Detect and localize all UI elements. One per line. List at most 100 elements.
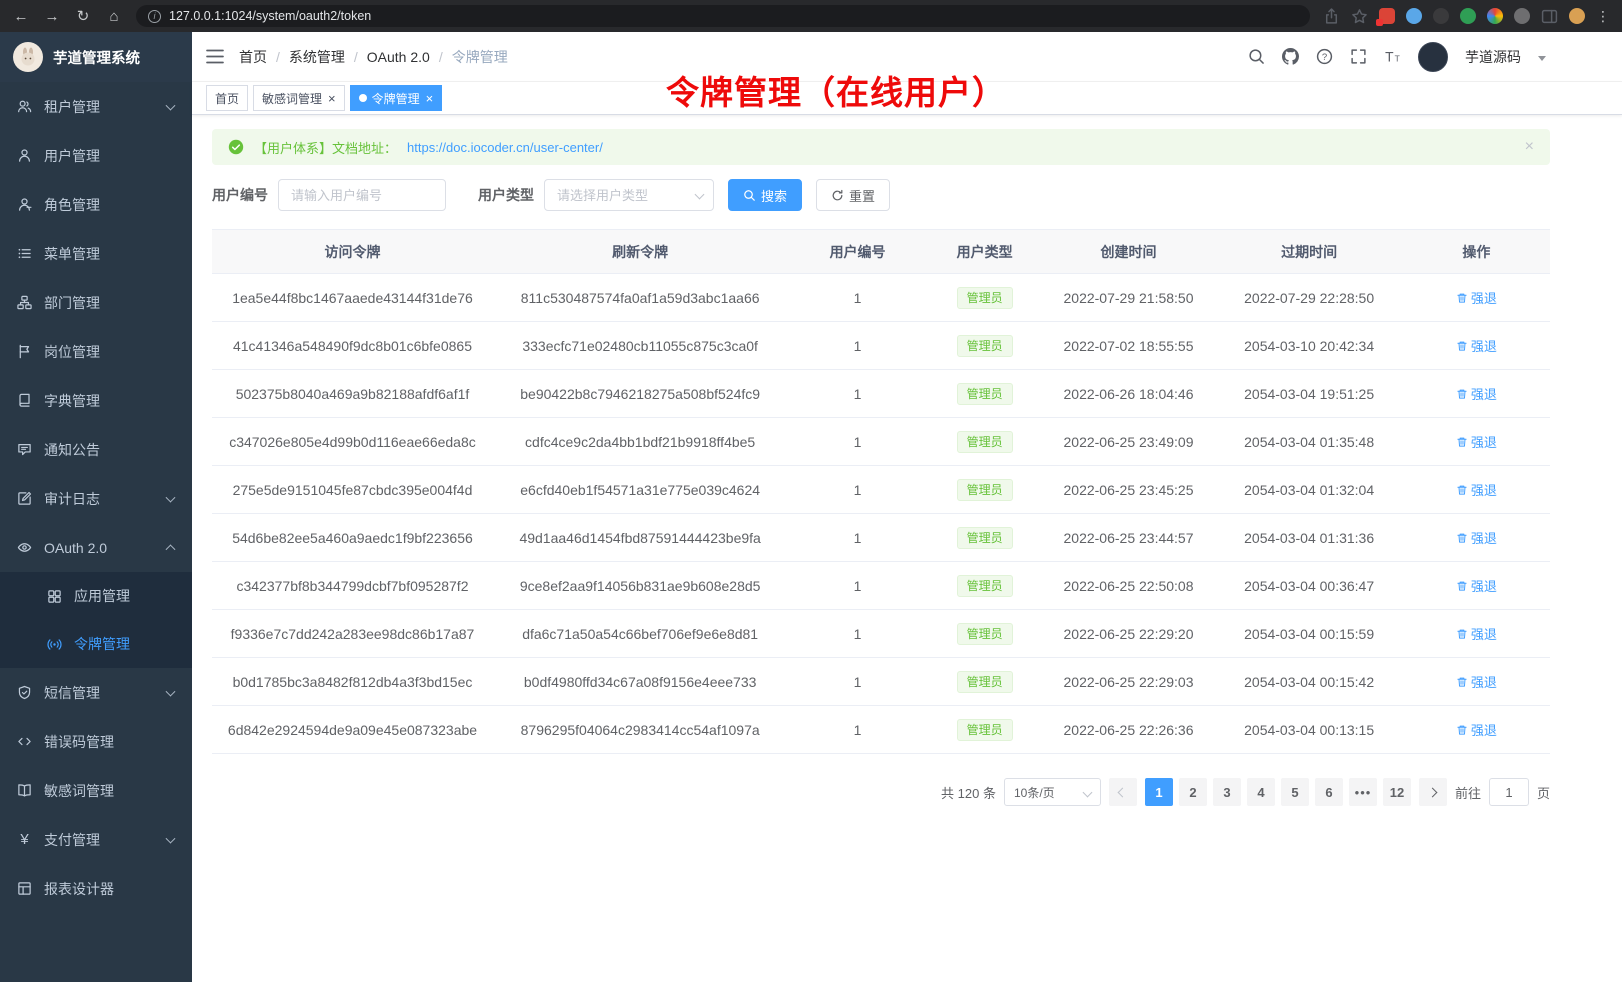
- sidebar-item-oauth2-app[interactable]: 应用管理: [0, 572, 192, 620]
- page-size-select[interactable]: 10条/页: [1004, 778, 1101, 806]
- extension-badge: [1376, 19, 1383, 26]
- sidebar-item-audit-log[interactable]: 审计日志: [0, 474, 192, 523]
- sidebar-toggle-icon[interactable]: [206, 49, 224, 64]
- sidebar-item-label: 敏感词管理: [44, 781, 114, 801]
- sidebar-item-dept[interactable]: 部门管理: [0, 278, 192, 327]
- user-avatar[interactable]: [1418, 42, 1448, 72]
- create-time-cell: 2022-06-25 23:45:25: [1042, 466, 1216, 514]
- sidebar-menu: 租户管理用户管理角色管理菜单管理部门管理岗位管理字典管理通知公告审计日志OAut…: [0, 82, 192, 913]
- sidebar-item-oauth2[interactable]: OAuth 2.0: [0, 523, 192, 572]
- sidebar-item-pay[interactable]: ¥支付管理: [0, 815, 192, 864]
- tab-close-icon[interactable]: ×: [426, 92, 434, 105]
- refresh-token-cell: 811c530487574fa0af1a59d3abc1aa66: [493, 274, 787, 322]
- tab-close-icon[interactable]: ×: [328, 92, 336, 105]
- sidebar-item-oauth2-token[interactable]: 令牌管理: [0, 620, 192, 668]
- page-button-4[interactable]: 4: [1247, 778, 1275, 806]
- sidebar-item-report-designer[interactable]: 报表设计器: [0, 864, 192, 913]
- next-page-button[interactable]: [1419, 778, 1447, 806]
- sidebar-item-sms[interactable]: 短信管理: [0, 668, 192, 717]
- home-icon[interactable]: ⌂: [105, 9, 123, 24]
- create-time-cell: 2022-06-25 22:29:03: [1042, 658, 1216, 706]
- page-button-6[interactable]: 6: [1315, 778, 1343, 806]
- refresh-token-cell: dfa6c71a50a54c66bef706ef9e6e8d81: [493, 610, 787, 658]
- app-logo[interactable]: 芋道管理系统: [0, 32, 192, 82]
- search-icon[interactable]: [1248, 48, 1265, 65]
- sidebar-item-role[interactable]: 角色管理: [0, 180, 192, 229]
- sidebar-panel-icon[interactable]: [1541, 8, 1558, 25]
- create-time-cell: 2022-07-29 21:58:50: [1042, 274, 1216, 322]
- extension-blue-icon[interactable]: [1406, 8, 1422, 24]
- sidebar-item-notice[interactable]: 通知公告: [0, 425, 192, 474]
- sidebar-item-tenant[interactable]: 租户管理: [0, 82, 192, 131]
- tab-sensitive-word[interactable]: 敏感词管理×: [253, 85, 345, 111]
- force-logout-button[interactable]: 强退: [1456, 528, 1497, 547]
- tab-token[interactable]: 令牌管理×: [350, 85, 443, 111]
- goto-page-input[interactable]: [1489, 778, 1529, 806]
- extension-colorful-icon[interactable]: [1487, 8, 1503, 24]
- extension-dark-icon[interactable]: [1433, 8, 1449, 24]
- user-icon: [16, 148, 33, 163]
- reload-icon[interactable]: ↻: [74, 9, 92, 24]
- user-id-input[interactable]: [278, 179, 446, 211]
- page-button-3[interactable]: 3: [1213, 778, 1241, 806]
- search-button[interactable]: 搜索: [728, 179, 802, 211]
- breadcrumb-separator: /: [354, 49, 358, 65]
- pager-more-button[interactable]: •••: [1349, 778, 1377, 806]
- app-title: 芋道管理系统: [53, 47, 140, 68]
- alert-close-icon[interactable]: ×: [1525, 139, 1534, 155]
- github-icon[interactable]: [1282, 48, 1299, 65]
- force-logout-button[interactable]: 强退: [1456, 576, 1497, 595]
- page-content: 【用户体系】文档地址： https://doc.iocoder.cn/user-…: [192, 115, 1622, 982]
- bookmark-star-icon[interactable]: [1351, 8, 1368, 25]
- share-icon[interactable]: [1323, 8, 1340, 25]
- prev-page-button[interactable]: [1109, 778, 1137, 806]
- fullscreen-icon[interactable]: [1350, 48, 1367, 65]
- caret-down-icon[interactable]: [1538, 56, 1546, 61]
- breadcrumb-item[interactable]: 系统管理: [289, 47, 345, 67]
- breadcrumb-item[interactable]: 首页: [239, 47, 267, 67]
- alert-doc-link[interactable]: https://doc.iocoder.cn/user-center/: [407, 140, 603, 155]
- force-logout-button[interactable]: 强退: [1456, 432, 1497, 451]
- force-logout-button[interactable]: 强退: [1456, 384, 1497, 403]
- sidebar-item-user[interactable]: 用户管理: [0, 131, 192, 180]
- tab-label: 首页: [215, 90, 239, 107]
- user-id-cell: 1: [787, 418, 927, 466]
- extension-puzzle-icon[interactable]: [1514, 8, 1530, 24]
- page-button-1[interactable]: 1: [1145, 778, 1173, 806]
- sidebar-item-sensitive-word[interactable]: 敏感词管理: [0, 766, 192, 815]
- sidebar-item-menu[interactable]: 菜单管理: [0, 229, 192, 278]
- page-button-2[interactable]: 2: [1179, 778, 1207, 806]
- breadcrumb-item[interactable]: OAuth 2.0: [367, 49, 430, 65]
- force-logout-button[interactable]: 强退: [1456, 288, 1497, 307]
- tab-home[interactable]: 首页: [206, 85, 248, 111]
- profile-avatar[interactable]: [1569, 8, 1585, 24]
- force-logout-button[interactable]: 强退: [1456, 336, 1497, 355]
- forward-icon[interactable]: →: [43, 9, 61, 24]
- sidebar-item-post[interactable]: 岗位管理: [0, 327, 192, 376]
- sidebar-item-label: 支付管理: [44, 830, 100, 850]
- column-header: 创建时间: [1042, 230, 1216, 274]
- reset-button[interactable]: 重置: [816, 179, 890, 211]
- sidebar-item-error-code[interactable]: 错误码管理: [0, 717, 192, 766]
- force-logout-button[interactable]: 强退: [1456, 672, 1497, 691]
- expire-time-cell: 2054-03-04 01:35:48: [1215, 418, 1402, 466]
- back-icon[interactable]: ←: [12, 9, 30, 24]
- extension-green-icon[interactable]: [1460, 8, 1476, 24]
- url-bar[interactable]: i 127.0.0.1:1024/system/oauth2/token: [136, 5, 1310, 27]
- browser-menu-icon[interactable]: ⋮: [1596, 9, 1610, 23]
- extension-grid-icon[interactable]: [1379, 8, 1395, 24]
- table-row: 6d842e2924594de9a09e45e087323abe8796295f…: [212, 706, 1550, 754]
- breadcrumb: 首页/系统管理/OAuth 2.0/令牌管理: [239, 47, 508, 67]
- page-button-12[interactable]: 12: [1383, 778, 1411, 806]
- help-icon[interactable]: ?: [1316, 48, 1333, 65]
- user-type-badge: 管理员: [957, 479, 1013, 501]
- page-button-5[interactable]: 5: [1281, 778, 1309, 806]
- force-logout-button[interactable]: 强退: [1456, 720, 1497, 739]
- user-type-select[interactable]: [544, 179, 714, 211]
- force-logout-button[interactable]: 强退: [1456, 480, 1497, 499]
- sidebar-item-dict[interactable]: 字典管理: [0, 376, 192, 425]
- force-logout-button[interactable]: 强退: [1456, 624, 1497, 643]
- site-info-icon[interactable]: i: [148, 10, 161, 23]
- user-type-select-input[interactable]: [544, 179, 714, 211]
- font-size-icon[interactable]: TT: [1384, 48, 1401, 65]
